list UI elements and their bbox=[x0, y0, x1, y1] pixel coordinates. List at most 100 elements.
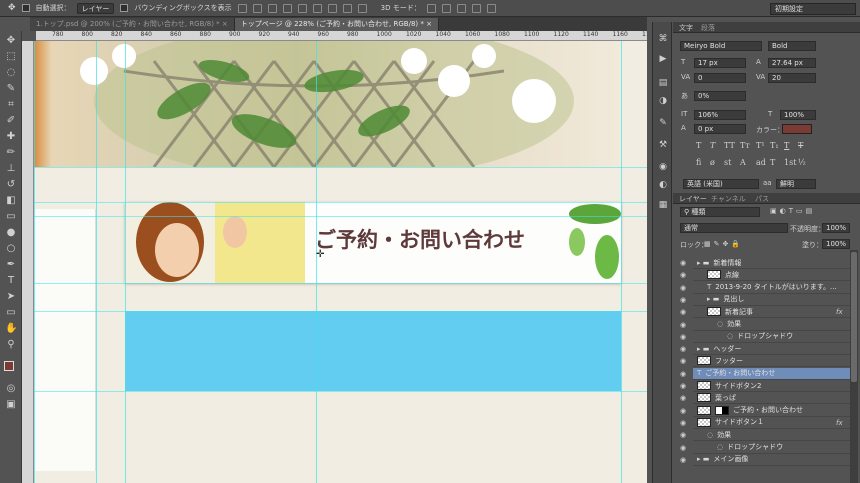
marquee-tool-icon[interactable]: ⬚ bbox=[5, 51, 17, 63]
blend-mode-select[interactable]: 通常 bbox=[680, 223, 788, 233]
layer-visibility-eye-icon[interactable]: ◉ bbox=[678, 381, 688, 391]
pen-tool-icon[interactable]: ✒ bbox=[5, 259, 17, 271]
layer-visibility-eye-icon[interactable]: ◉ bbox=[678, 344, 688, 354]
tab-channels[interactable]: チャンネル bbox=[711, 194, 746, 204]
drag-3d-icon[interactable] bbox=[456, 3, 466, 13]
align-right-icon[interactable] bbox=[312, 3, 322, 13]
antialias-select[interactable]: 鮮明 bbox=[776, 179, 816, 189]
tsume-field[interactable]: 0% bbox=[694, 91, 746, 101]
baseline-shift-field[interactable]: 0 px bbox=[694, 124, 746, 134]
font-size-field[interactable]: 17 px bbox=[694, 58, 746, 68]
layer-row[interactable]: サイドボタン2 bbox=[693, 380, 852, 392]
layer-visibility-eye-icon[interactable]: ◉ bbox=[678, 307, 688, 317]
document-canvas[interactable]: ご予約・お問い合わせ ✛ bbox=[34, 41, 647, 483]
move-tool-icon[interactable]: ✥ bbox=[5, 35, 17, 47]
rotate-3d-icon[interactable] bbox=[426, 3, 436, 13]
layers-scroll-thumb[interactable] bbox=[851, 252, 857, 382]
all-caps-button[interactable]: TT bbox=[724, 141, 735, 150]
layer-visibility-eye-icon[interactable]: ◉ bbox=[678, 295, 688, 305]
bounding-box-checkbox[interactable] bbox=[120, 4, 129, 12]
layer-row[interactable]: T ご予約・お問い合わせ bbox=[693, 367, 852, 380]
eyedropper-tool-icon[interactable]: ✐ bbox=[5, 115, 17, 127]
layer-visibility-eye-icon[interactable]: ◉ bbox=[678, 369, 688, 379]
path-select-icon[interactable]: ➤ bbox=[5, 291, 17, 303]
layer-row[interactable]: フッター bbox=[693, 355, 852, 368]
filter-icons[interactable]: ▣◐T▭▤ bbox=[770, 207, 815, 215]
gradient-tool-icon[interactable]: ▭ bbox=[5, 211, 17, 223]
screen-mode-icon[interactable]: ▣ bbox=[5, 399, 17, 411]
align-top-icon[interactable] bbox=[237, 3, 247, 13]
slide-3d-icon[interactable] bbox=[471, 3, 481, 13]
layer-visibility-eye-icon[interactable]: ◉ bbox=[678, 356, 688, 366]
layer-row[interactable]: ▸ ▬ 新着情報 bbox=[693, 257, 852, 269]
layer-row[interactable]: ▸ ▬ メイン画像 bbox=[693, 454, 852, 466]
underline-button[interactable]: T bbox=[784, 141, 789, 150]
layer-visibility-eye-icon[interactable]: ◉ bbox=[678, 443, 688, 453]
layer-row[interactable]: 葉っぱ bbox=[693, 392, 852, 405]
type-tool-icon[interactable]: T bbox=[5, 275, 17, 287]
dodge-tool-icon[interactable]: ○ bbox=[5, 243, 17, 255]
play-icon[interactable]: ▶ bbox=[658, 54, 668, 64]
layer-visibility-eye-icon[interactable]: ◉ bbox=[678, 393, 688, 403]
tracking-field[interactable]: 20 bbox=[768, 73, 816, 83]
font-family-select[interactable]: Meiryo Bold bbox=[680, 41, 762, 51]
color-icon[interactable]: ◉ bbox=[658, 162, 668, 172]
layer-visibility-eye-icon[interactable]: ◉ bbox=[678, 283, 688, 293]
lasso-tool-icon[interactable]: ◌ bbox=[5, 67, 17, 79]
layer-visibility-eye-icon[interactable]: ◉ bbox=[678, 418, 688, 428]
history-icon[interactable]: ⌘ bbox=[658, 34, 668, 44]
layer-row[interactable]: 新着記事 bbox=[693, 306, 852, 319]
layer-visibility-eye-icon[interactable]: ◉ bbox=[678, 406, 688, 416]
tab-document-2[interactable]: トップページ @ 228% (ご予約・お問い合わせ, RGB/8) * × bbox=[234, 18, 439, 31]
ordinals-button[interactable]: T bbox=[770, 158, 775, 167]
fill-field[interactable]: 100% bbox=[822, 239, 850, 249]
tab-layers[interactable]: レイヤー bbox=[679, 194, 707, 204]
align-center-icon[interactable] bbox=[297, 3, 307, 13]
auto-select-checkbox[interactable] bbox=[21, 4, 30, 12]
lock-icons[interactable]: ▦✎✥🔒 bbox=[704, 240, 743, 248]
distribute-icon[interactable] bbox=[327, 3, 337, 13]
layer-row[interactable]: ご予約・お問い合わせ bbox=[693, 405, 852, 417]
layer-row[interactable]: サイドボタン１ bbox=[693, 417, 852, 429]
blur-tool-icon[interactable]: ● bbox=[5, 227, 17, 239]
faux-italic-button[interactable]: T bbox=[710, 141, 715, 150]
stylistic-button[interactable]: A bbox=[740, 158, 746, 167]
horizontal-scale-field[interactable]: 100% bbox=[780, 110, 816, 120]
crop-tool-icon[interactable]: ⌗ bbox=[5, 99, 17, 111]
vertical-scale-field[interactable]: 106% bbox=[694, 110, 746, 120]
reservation-banner[interactable]: ご予約・お問い合わせ bbox=[125, 202, 621, 283]
brush-presets-icon[interactable]: ✎ bbox=[658, 118, 668, 128]
layer-visibility-eye-icon[interactable]: ◉ bbox=[678, 258, 688, 268]
zoom-tool-icon[interactable]: ⚲ bbox=[5, 339, 17, 351]
tab-character[interactable]: 文字 bbox=[679, 23, 693, 33]
tab-paths[interactable]: パス bbox=[755, 194, 769, 204]
superior-button[interactable]: 1st bbox=[784, 158, 796, 167]
tab-document-1[interactable]: 1.トップ.psd @ 200% (ご予約・お問い合わせ, RGB/8) * × bbox=[30, 18, 235, 31]
layer-visibility-eye-icon[interactable]: ◉ bbox=[678, 320, 688, 330]
small-caps-button[interactable]: Tт bbox=[740, 141, 750, 150]
styles-icon[interactable]: ◐ bbox=[658, 180, 668, 190]
layer-visibility-eye-icon[interactable]: ◉ bbox=[678, 455, 688, 465]
align-left-icon[interactable] bbox=[282, 3, 292, 13]
adjustments-icon[interactable]: ◑ bbox=[658, 96, 668, 106]
fractions-button[interactable]: ½ bbox=[798, 158, 806, 167]
leading-field[interactable]: 27.64 px bbox=[768, 58, 816, 68]
history-brush-icon[interactable]: ↺ bbox=[5, 179, 17, 191]
auto-select-dropdown[interactable]: レイヤー bbox=[76, 2, 115, 14]
align-bottom-icon[interactable] bbox=[267, 3, 277, 13]
layer-row[interactable]: ▸ ▬ 見出し bbox=[693, 294, 852, 306]
swatches-icon[interactable]: ▤ bbox=[658, 78, 668, 88]
tab-paragraph[interactable]: 段落 bbox=[701, 23, 715, 33]
layer-row[interactable]: ◌ 効果 bbox=[693, 429, 852, 442]
faux-bold-button[interactable]: T bbox=[696, 141, 701, 150]
layer-visibility-eye-icon[interactable]: ◉ bbox=[678, 430, 688, 440]
layer-filter-select[interactable]: ⚲ 種類 bbox=[680, 207, 760, 217]
layer-visibility-eye-icon[interactable]: ◉ bbox=[678, 270, 688, 280]
subscript-button[interactable]: T₁ bbox=[770, 141, 779, 150]
tool-presets-icon[interactable]: ⚒ bbox=[658, 140, 668, 150]
swash-button[interactable]: st bbox=[724, 158, 731, 167]
opacity-field[interactable]: 100% bbox=[822, 223, 850, 233]
shape-tool-icon[interactable]: ▭ bbox=[5, 307, 17, 319]
layer-row[interactable]: ▸ ▬ ヘッダー bbox=[693, 343, 852, 356]
titling-button[interactable]: ad bbox=[756, 158, 766, 167]
